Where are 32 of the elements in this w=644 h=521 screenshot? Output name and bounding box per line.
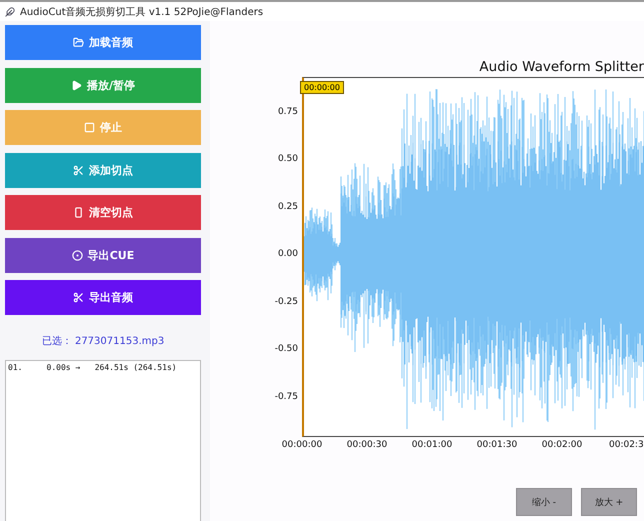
x-axis-label: 00:01:30 (476, 440, 518, 450)
play-icon (70, 80, 82, 90)
y-axis-label: 0.75 (278, 106, 298, 116)
y-axis-label: 0.00 (278, 249, 298, 259)
time-marker: 00:00:00 (300, 81, 344, 94)
y-axis-label: -0.75 (274, 392, 298, 402)
x-axis-label: 00:02:3 (609, 440, 644, 450)
stop-icon (84, 122, 95, 133)
action-button[interactable]: 加载音频 (5, 25, 201, 60)
feather-icon (5, 6, 15, 16)
y-axis-label: -0.50 (274, 344, 298, 354)
x-axis-label: 00:01:00 (412, 440, 452, 450)
y-axis-label: -0.25 (274, 296, 298, 306)
x-axis-label: 00:02:00 (542, 440, 582, 450)
window-title: AudioCut音频无损剪切工具 v1.1 52PoJie@Flanders (20, 6, 264, 18)
y-axis-label: 0.25 (278, 202, 298, 212)
zoom-button[interactable]: 缩小 - (516, 488, 572, 516)
scissors-icon (73, 164, 84, 176)
action-button[interactable]: 导出音频 (5, 280, 201, 315)
folder-icon (73, 37, 84, 48)
target-icon (72, 250, 83, 260)
chart-title: Audio Waveform Splitter (479, 58, 644, 77)
action-button[interactable]: 清空切点 (5, 195, 201, 230)
selected-file-label: 已选： 2773071153.mp3 (40, 334, 166, 348)
scissors-icon (73, 292, 84, 303)
x-axis-label: 00:00:00 (282, 440, 322, 450)
rectangle-icon (73, 207, 84, 218)
cut-list-item[interactable]: 01. 0.00s → 264.51s (264.51s) (8, 363, 198, 372)
y-axis-label: 0.50 (278, 154, 298, 164)
zoom-button[interactable]: 放大 + (581, 488, 637, 516)
action-button[interactable]: 导出CUE (5, 238, 201, 272)
x-axis-label: 00:00:30 (346, 440, 388, 450)
